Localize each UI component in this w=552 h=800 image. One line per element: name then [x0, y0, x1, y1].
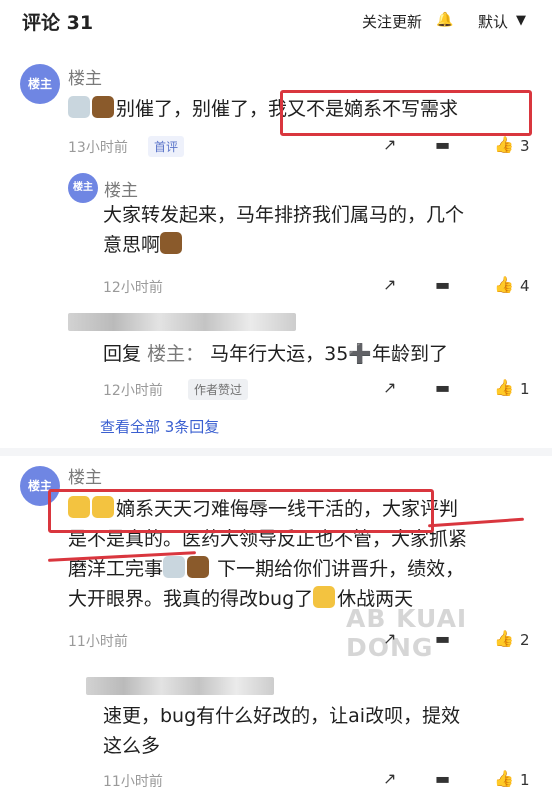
share-icon[interactable]: ↗ — [383, 378, 396, 397]
like-icon[interactable]: 👍 — [494, 378, 514, 397]
timestamp: 11小时前 — [68, 634, 128, 650]
comments-header: 评论 31 关注更新 🔔 默认 ▼ — [0, 0, 552, 42]
like-count: 1 — [520, 380, 530, 398]
reply-text: 速更，bug有什么好改的，让ai改呗，提效 这么多 — [103, 705, 461, 757]
first-comment-badge: 首评 — [148, 136, 185, 157]
highlight-box — [48, 489, 434, 533]
like-count: 4 — [520, 277, 530, 295]
like-count: 1 — [520, 771, 530, 789]
angry-face-emoji-icon — [160, 232, 183, 254]
author-name[interactable]: 楼主 — [68, 463, 102, 488]
highlight-box — [280, 90, 532, 136]
share-icon[interactable]: ↗ — [383, 135, 396, 154]
like-icon[interactable]: 👍 — [494, 135, 514, 154]
avatar[interactable]: 楼主 — [68, 173, 98, 203]
author-name[interactable]: 楼主 — [68, 64, 102, 89]
like-icon[interactable]: 👍 — [494, 769, 514, 788]
reply-icon[interactable]: ▬ — [435, 135, 450, 154]
like-count: 2 — [520, 631, 530, 649]
share-icon[interactable]: ↗ — [383, 629, 396, 648]
timestamp: 12小时前 — [103, 280, 163, 296]
blurred-username — [68, 313, 296, 331]
face-emoji-icon — [68, 96, 90, 118]
reply-text: 回复 楼主： 马年行大运，35➕年龄到了 — [103, 343, 448, 365]
follow-updates-button[interactable]: 关注更新 — [362, 11, 422, 32]
comment-count-title: 评论 31 — [22, 12, 94, 34]
reply-icon[interactable]: ▬ — [435, 629, 450, 648]
crying-emoji-icon — [313, 586, 336, 608]
avatar[interactable]: 楼主 — [20, 64, 60, 104]
bell-icon[interactable]: 🔔 — [436, 12, 453, 28]
timestamp: 11小时前 — [103, 774, 163, 790]
comment-divider — [0, 448, 552, 456]
author-name[interactable]: 楼主 — [104, 176, 138, 201]
sort-dropdown[interactable]: 默认 — [478, 11, 508, 32]
reply-icon[interactable]: ▬ — [435, 378, 450, 397]
reply-text: 大家转发起来，马年排挤我们属马的，几个 意思啊 — [103, 204, 465, 256]
reply-icon[interactable]: ▬ — [435, 769, 450, 788]
like-icon[interactable]: 👍 — [494, 629, 514, 648]
author-liked-badge: 作者赞过 — [188, 379, 249, 400]
like-count: 3 — [520, 137, 530, 155]
share-icon[interactable]: ↗ — [383, 769, 396, 788]
filter-icon[interactable]: ▼ — [516, 13, 526, 28]
reply-icon[interactable]: ▬ — [435, 275, 450, 294]
face-emoji-icon — [163, 556, 186, 578]
angry-face-emoji-icon — [187, 556, 210, 578]
timestamp: 12小时前 — [103, 383, 163, 399]
like-icon[interactable]: 👍 — [494, 275, 514, 294]
share-icon[interactable]: ↗ — [383, 275, 396, 294]
timestamp: 13小时前 — [68, 140, 128, 156]
angry-face-emoji-icon — [92, 96, 114, 118]
view-all-replies-link[interactable]: 查看全部 3条回复 — [100, 416, 219, 437]
blurred-username — [86, 677, 274, 695]
